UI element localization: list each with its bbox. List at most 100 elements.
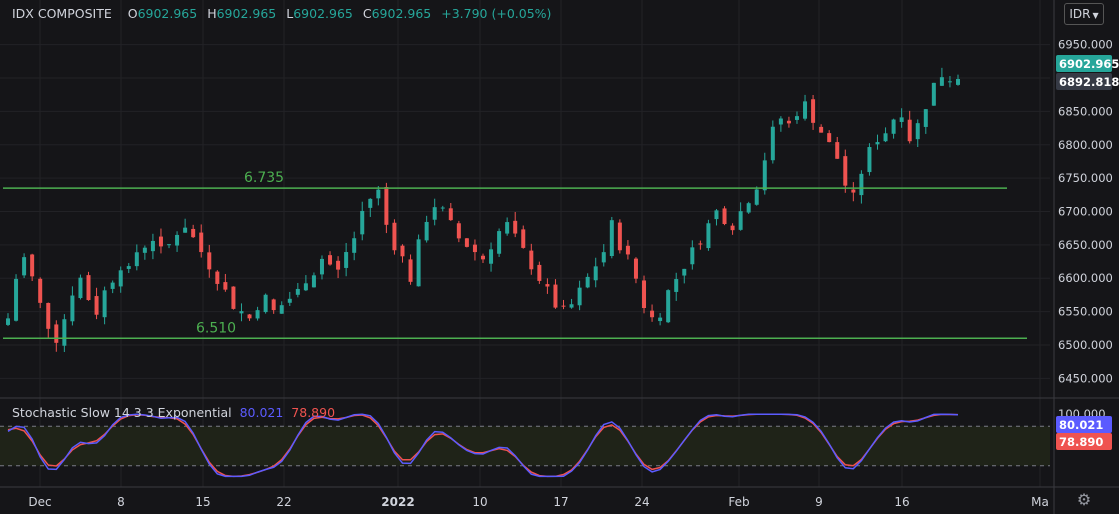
price-tick-label: 6550.000 <box>1058 305 1113 319</box>
candle-body <box>513 220 518 234</box>
time-tick-label: 15 <box>195 495 210 509</box>
chart-canvas[interactable]: 6.735 6.510 6450.000 6500.000 6550.000 6600.0… <box>0 0 1119 514</box>
symbol-name[interactable]: IDX COMPOSITE <box>12 6 112 21</box>
candle-body <box>545 284 550 287</box>
candle-body <box>86 275 91 301</box>
candle-body <box>569 304 574 308</box>
candle-body <box>215 271 220 284</box>
candle-body <box>481 255 485 260</box>
close-label: C <box>362 6 372 21</box>
candle-body <box>376 189 381 199</box>
candle-body <box>803 101 808 119</box>
candle-body <box>778 118 783 125</box>
price-tick-label: 6950.000 <box>1058 38 1113 52</box>
gear-icon[interactable]: ⚙ <box>1074 490 1094 510</box>
candle-body <box>424 221 429 241</box>
candle-body <box>416 239 421 287</box>
candle-body <box>408 259 413 282</box>
candle-body <box>843 156 848 186</box>
price-tick-label: 6850.000 <box>1058 104 1113 118</box>
candle-body <box>738 211 743 230</box>
candle-body <box>384 187 389 225</box>
candle-body <box>521 229 526 248</box>
time-tick-label: 17 <box>553 495 568 509</box>
candle-body <box>344 252 349 268</box>
change-value: +3.790 (+0.05%) <box>441 6 552 21</box>
candle-body <box>279 305 284 314</box>
candle-body <box>271 299 276 311</box>
candle-body <box>22 257 27 276</box>
candle-body <box>505 222 510 234</box>
candle-body <box>577 287 582 306</box>
candle-body <box>585 276 590 288</box>
candle-body <box>255 310 260 319</box>
candle-body <box>70 295 75 322</box>
candle-body <box>360 210 365 235</box>
candle-body <box>199 232 204 253</box>
currency-label: IDR <box>1069 7 1091 21</box>
candle-body <box>263 294 268 313</box>
candle-body <box>231 286 236 309</box>
candle-body <box>102 290 107 318</box>
candle-body <box>352 238 357 253</box>
candle-body <box>247 314 252 319</box>
candle-body <box>303 283 308 291</box>
price-tick-label: 6650.000 <box>1058 238 1113 252</box>
candle-body <box>440 207 445 209</box>
candle-body <box>150 240 155 252</box>
candle-body <box>287 298 292 303</box>
candle-body <box>30 254 35 277</box>
time-tick-label: Dec <box>28 495 51 509</box>
time-tick-label: 8 <box>117 495 125 509</box>
candle-body <box>650 310 655 318</box>
stochastic-legend[interactable]: Stochastic Slow 14 3 3 Exponential 80.02… <box>12 405 335 420</box>
candle-body <box>46 302 51 329</box>
candle-body <box>698 243 703 245</box>
candle-body <box>770 126 775 161</box>
candle-body <box>183 227 188 233</box>
candle-body <box>118 270 123 287</box>
price-tick-label: 6450.000 <box>1058 371 1113 385</box>
candle-body <box>6 318 10 325</box>
candle-body <box>754 189 759 205</box>
candle-body <box>674 279 679 292</box>
candle-body <box>223 282 228 290</box>
time-tick-label: 22 <box>276 495 291 509</box>
candle-body <box>811 99 816 123</box>
price-tag-text: 6902.965 <box>1059 57 1119 71</box>
candle-body <box>400 245 405 257</box>
stochastic-value-text: 80.021 <box>1059 418 1103 432</box>
close-value: 6902.965 <box>371 6 432 21</box>
price-tick-label: 6700.000 <box>1058 205 1113 219</box>
candle-body <box>134 252 139 267</box>
candle-body <box>666 290 671 323</box>
currency-selector[interactable]: IDR ▼ <box>1064 3 1104 25</box>
time-tick-label: Ma <box>1031 495 1049 509</box>
candle-body <box>158 236 163 247</box>
horizontal-level-label: 6.735 <box>244 170 284 186</box>
price-tick-label: 6800.000 <box>1058 138 1113 152</box>
candle-body <box>295 288 300 295</box>
candle-body <box>625 245 630 255</box>
candle-body <box>730 225 735 231</box>
candle-body <box>456 223 461 239</box>
candle-body <box>537 264 542 281</box>
candle-body <box>601 252 606 263</box>
time-tick-label: 9 <box>815 495 823 509</box>
candle-body <box>819 126 824 133</box>
candle-body <box>191 228 196 238</box>
candle-body <box>859 173 864 196</box>
stochastic-band <box>0 426 1050 466</box>
candle-body <box>78 277 83 299</box>
stochastic-k-value: 80.021 <box>239 405 284 420</box>
candle-body <box>336 260 341 270</box>
time-tick-label: Feb <box>728 495 749 509</box>
candle-body <box>658 317 663 322</box>
time-tick-label: 16 <box>894 495 909 509</box>
candle-body <box>851 189 856 193</box>
candle-body <box>706 223 711 249</box>
open-label: O <box>127 6 138 21</box>
candle-body <box>947 81 952 83</box>
candle-body <box>489 249 494 264</box>
candle-body <box>110 282 115 289</box>
